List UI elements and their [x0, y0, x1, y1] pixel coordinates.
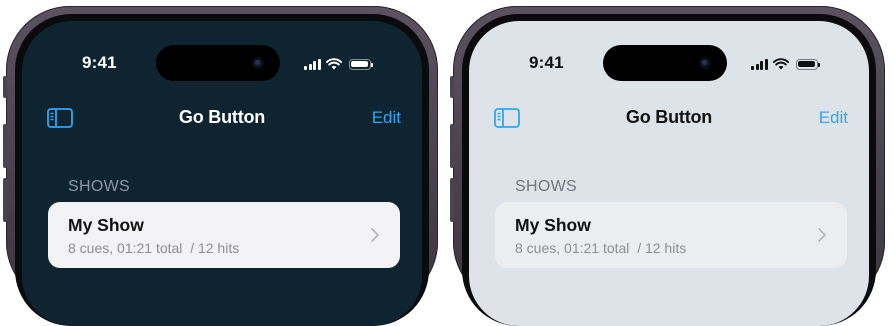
battery-icon: [348, 58, 373, 70]
show-title: My Show: [515, 215, 591, 235]
show-row[interactable]: My Show 8 cues, 01:21 total / 12 hits: [495, 202, 847, 268]
show-row[interactable]: My Show 8 cues, 01:21 total / 12 hits: [48, 202, 400, 268]
action-button: [450, 76, 454, 98]
section-header: SHOWS: [515, 178, 577, 195]
wifi-icon: [772, 58, 789, 70]
volume-up-button: [450, 124, 454, 168]
camera-icon: [699, 57, 711, 69]
signal-icon: [751, 58, 768, 70]
show-subtitle: 8 cues, 01:21 total / 12 hits: [68, 240, 240, 256]
show-subtitle: 8 cues, 01:21 total / 12 hits: [515, 240, 687, 256]
action-button: [3, 76, 7, 98]
status-icons: [751, 57, 820, 71]
show-title: My Show: [68, 215, 144, 235]
volume-down-button: [3, 178, 7, 222]
camera-icon: [252, 57, 264, 69]
phone-dark-mode: 9:41 Go Button Edit SHOWS My Show 8 cues…: [3, 6, 438, 326]
screen: 9:41 Go Button Edit SHOWS My Show 8 cues…: [469, 21, 869, 326]
volume-down-button: [450, 178, 454, 222]
volume-up-button: [3, 124, 7, 168]
bezel: 9:41 Go Button Edit SHOWS My Show 8 cues…: [15, 14, 429, 326]
bezel: 9:41 Go Button Edit SHOWS My Show 8 cues…: [462, 14, 876, 326]
section-header: SHOWS: [68, 178, 130, 195]
status-icons: [304, 57, 373, 71]
chevron-right-icon: [371, 228, 379, 242]
nav-title: Go Button: [178, 107, 266, 127]
nav-title: Go Button: [625, 107, 713, 127]
screen: 9:41 Go Button Edit SHOWS My Show 8 cues…: [22, 21, 422, 326]
edit-button[interactable]: Edit: [819, 108, 848, 128]
status-time: 9:41: [529, 53, 564, 72]
dynamic-island: [156, 45, 280, 81]
chevron-right-icon: [818, 228, 826, 242]
status-time: 9:41: [82, 53, 117, 72]
edit-button[interactable]: Edit: [372, 108, 401, 128]
battery-icon: [795, 58, 820, 70]
phone-light-mode: 9:41 Go Button Edit SHOWS My Show 8 cues…: [450, 6, 885, 326]
dynamic-island: [603, 45, 727, 81]
signal-icon: [304, 58, 321, 70]
wifi-icon: [325, 58, 342, 70]
